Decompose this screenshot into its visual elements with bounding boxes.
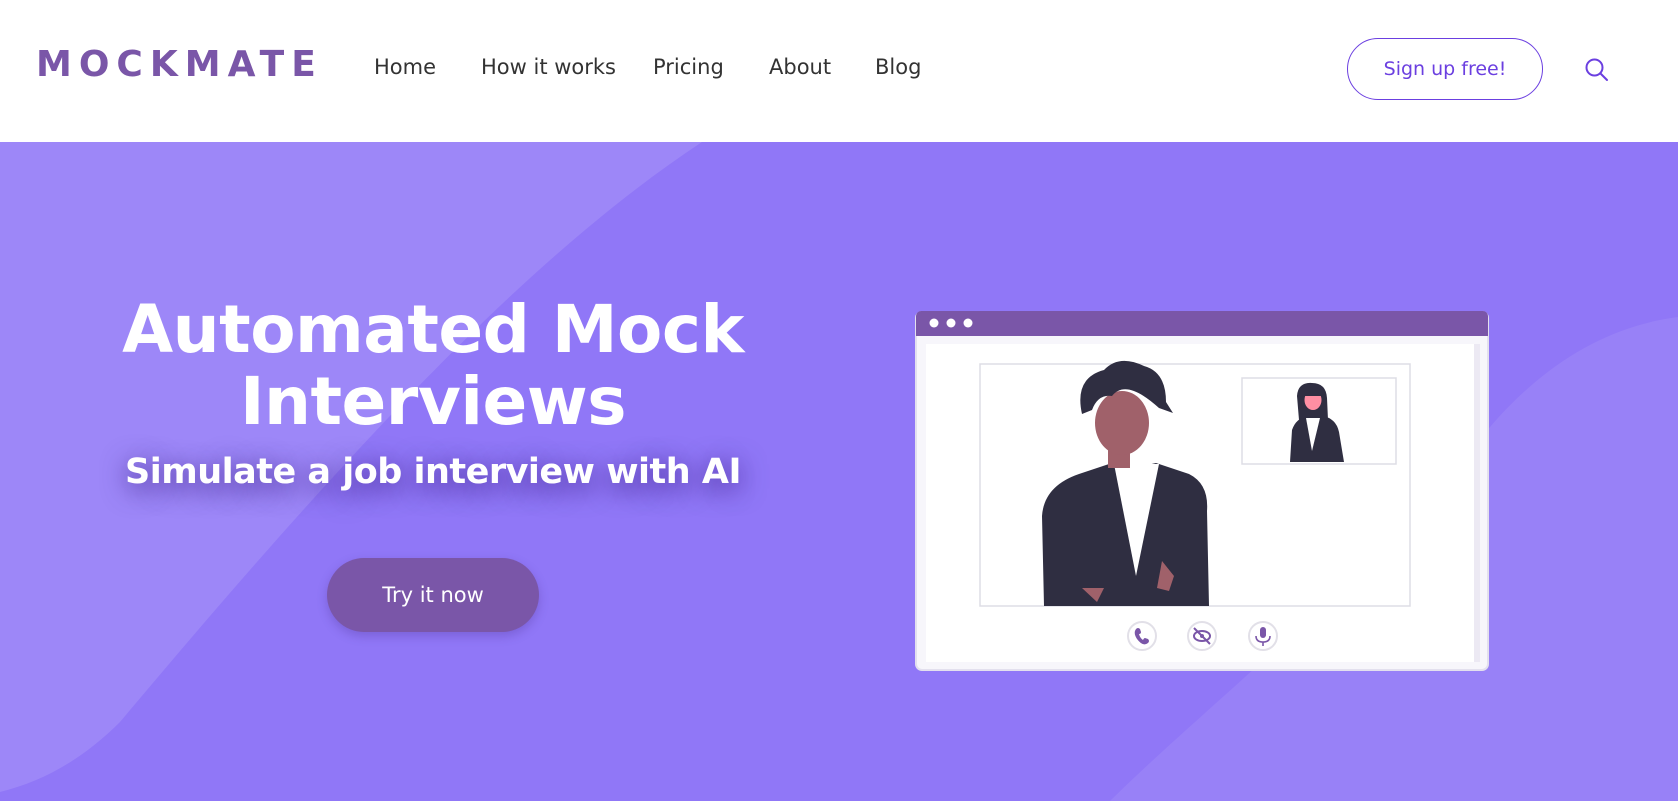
sign-up-button[interactable]: Sign up free! <box>1347 38 1543 100</box>
video-call-illustration <box>915 311 1489 671</box>
nav-item-pricing[interactable]: Pricing <box>653 55 724 79</box>
nav-item-home[interactable]: Home <box>374 55 436 79</box>
try-it-now-button[interactable]: Try it now <box>327 558 539 632</box>
phone-control-icon <box>1127 621 1157 651</box>
hero-subtitle: Simulate a job interview with AI <box>125 452 741 492</box>
nav-item-blog[interactable]: Blog <box>875 55 921 79</box>
site-header: MOCKMATE Home How it works Pricing About… <box>0 0 1678 142</box>
search-icon <box>1585 58 1608 81</box>
microphone-control-icon <box>1248 621 1278 651</box>
eye-off-control-icon <box>1187 621 1217 651</box>
search-button[interactable] <box>1583 56 1611 84</box>
hero-title-line-2: Interviews <box>239 363 627 441</box>
logo[interactable]: MOCKMATE <box>36 44 323 85</box>
hero-title: Automated Mock Interviews <box>60 294 806 438</box>
nav-item-about[interactable]: About <box>769 55 831 79</box>
nav-item-how-it-works[interactable]: How it works <box>481 55 616 79</box>
hero-section: Automated Mock Interviews Simulate a job… <box>0 142 1678 801</box>
hero-title-line-1: Automated Mock <box>122 291 744 369</box>
